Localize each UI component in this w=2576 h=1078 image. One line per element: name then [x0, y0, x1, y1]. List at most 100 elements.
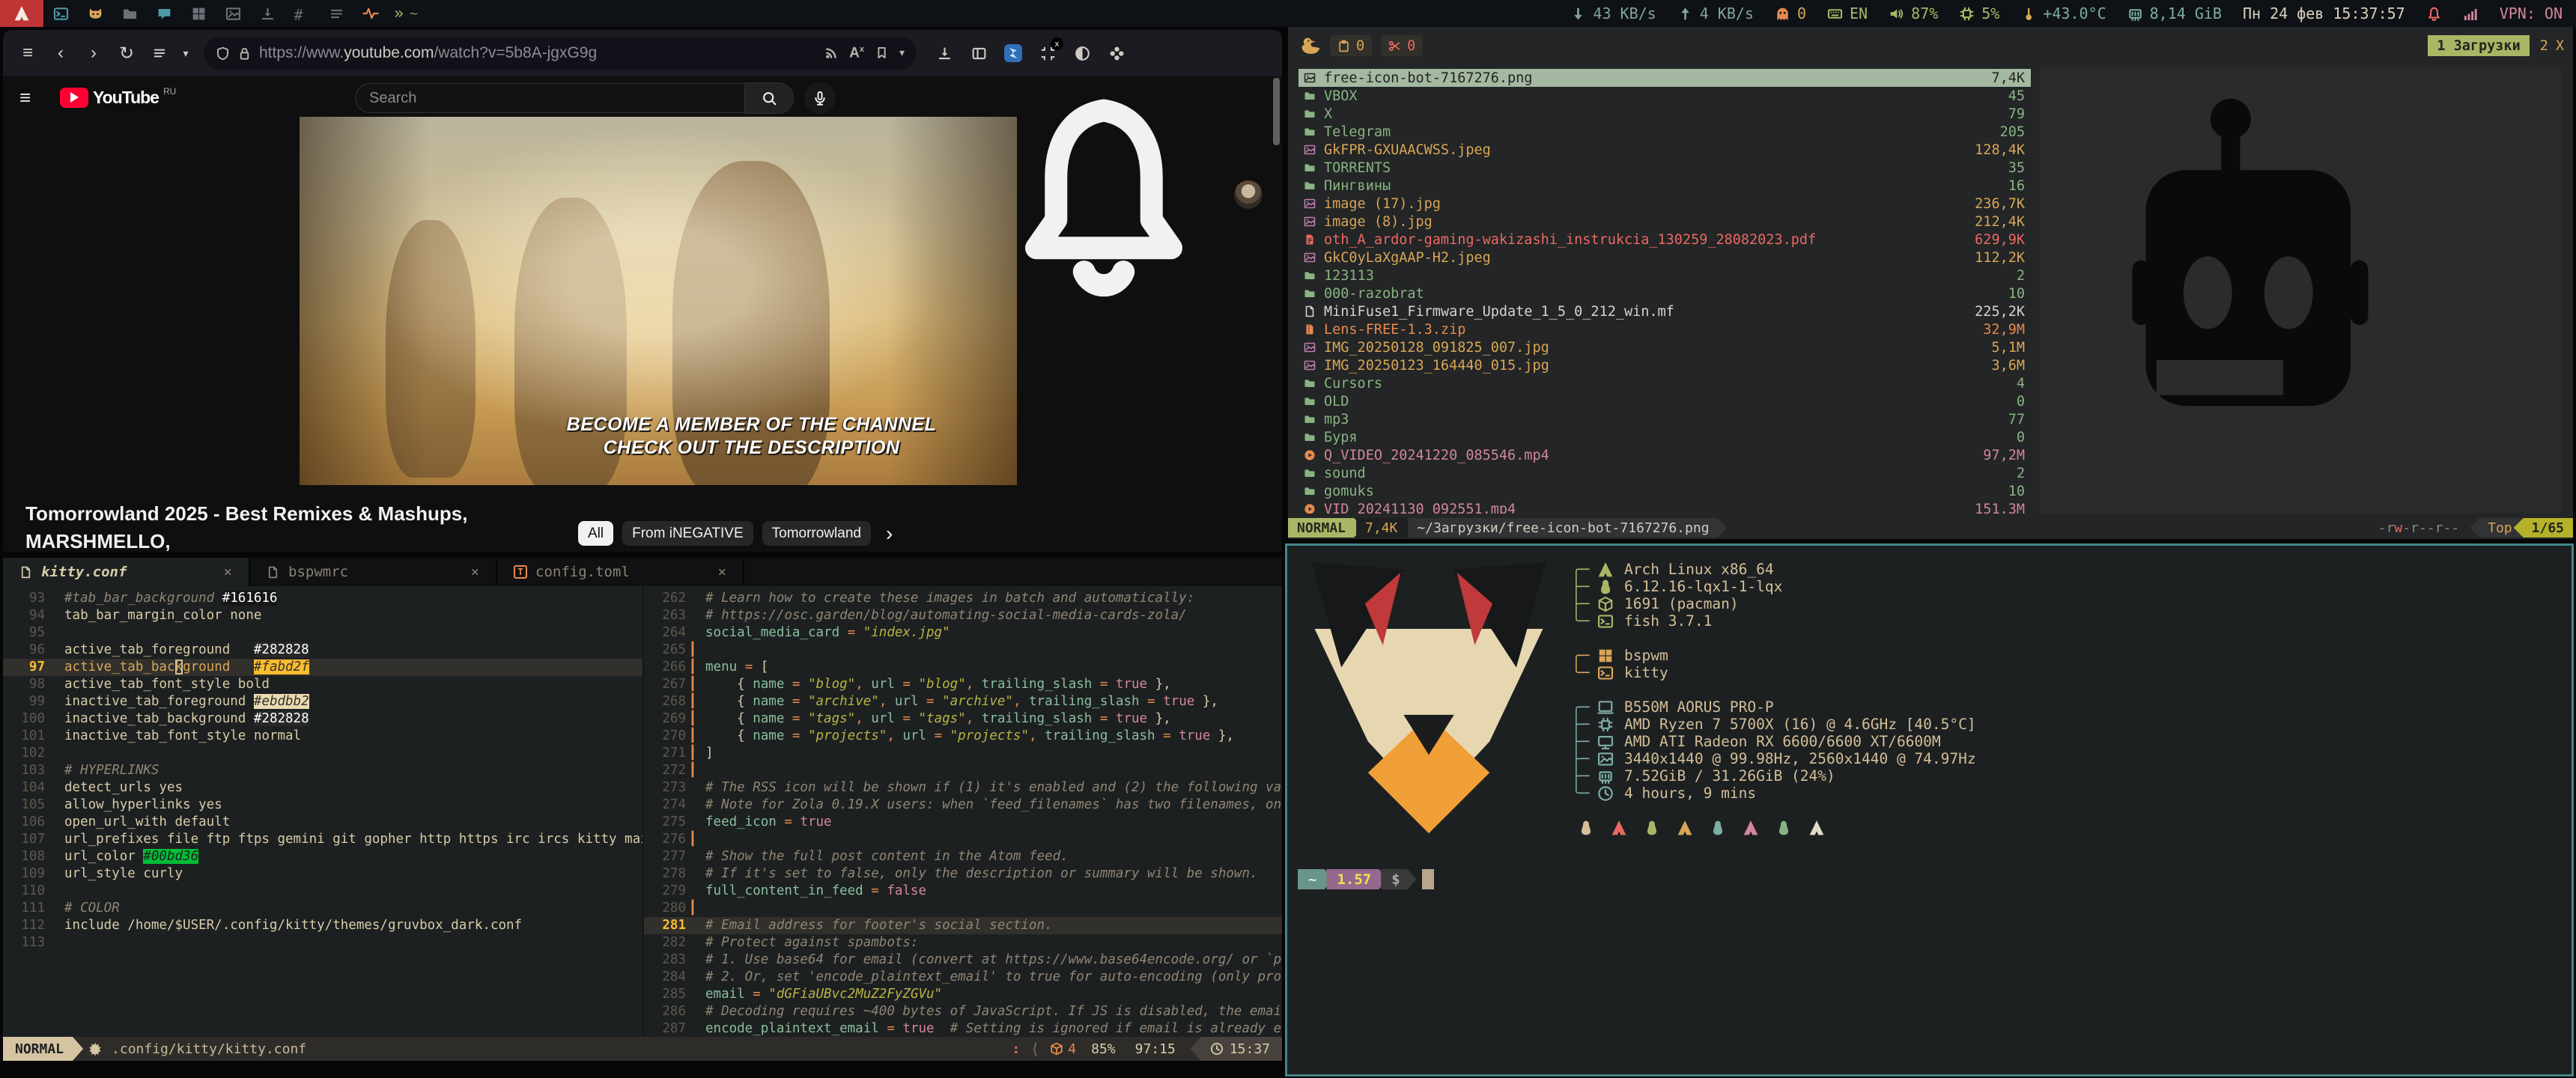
- editor-panes[interactable]: 93#tab_bar_background #16161694tab_bar_m…: [3, 586, 1282, 1037]
- fm-mode: NORMAL: [1288, 518, 1364, 538]
- file-row[interactable]: mp377: [1298, 410, 2031, 428]
- line-number: 98: [3, 676, 45, 693]
- back-button[interactable]: ‹: [46, 39, 75, 67]
- workspace-list[interactable]: [319, 0, 353, 27]
- tab-downloads[interactable]: 1 Загрузки: [2428, 35, 2529, 56]
- file-row[interactable]: Буря0: [1298, 428, 2031, 446]
- youtube-logo[interactable]: YouTube RU: [60, 88, 176, 108]
- module-signal-bars[interactable]: [2463, 6, 2479, 22]
- shell-prompt[interactable]: ~1.57$: [1298, 869, 1434, 889]
- extensions-button[interactable]: [1104, 40, 1129, 66]
- reload-button[interactable]: ↻: [112, 39, 141, 67]
- file-row[interactable]: Пингвины16: [1298, 177, 2031, 195]
- chip-from-inegative[interactable]: From iNEGATIVE: [622, 521, 753, 546]
- line-number: 267: [644, 676, 686, 693]
- terminal-window[interactable]: ╭─Arch Linux x86_64├─6.12.16-lqx1-1-lqx├…: [1285, 543, 2574, 1077]
- file-row[interactable]: VID_20241130_092551.mp4151,3M: [1298, 500, 2031, 514]
- file-row[interactable]: X79: [1298, 105, 2031, 123]
- module-arrow-down[interactable]: 43 KB/s: [1570, 4, 1656, 22]
- file-manager-statusbar: NORMAL 7,4K ~/Загрузки/free-icon-bot-716…: [1288, 517, 2573, 539]
- file-row[interactable]: GkFPR-GXUAACWSS.jpeg128,4K: [1298, 141, 2031, 159]
- file-row[interactable]: IMG_20250123_164440_015.jpg3,6M: [1298, 356, 2031, 374]
- darkmode-extension-button[interactable]: [1069, 40, 1095, 66]
- module-volume[interactable]: 87%: [1889, 4, 1938, 22]
- file-row[interactable]: TORRENTS35: [1298, 159, 2031, 177]
- blue-extension-button[interactable]: [1000, 40, 1026, 66]
- module-ghost[interactable]: 0: [1775, 4, 1806, 22]
- module-keyboard[interactable]: EN: [1827, 4, 1868, 22]
- code-text: include /home/$USER/.config/kitty/themes…: [64, 917, 643, 934]
- notifications-button[interactable]: [991, 82, 1216, 307]
- module-text[interactable]: Пн 24 фев 15:37:57: [2243, 4, 2405, 22]
- sidebar-button[interactable]: [966, 40, 991, 66]
- url-bar[interactable]: https://www.youtube.com/watch?v=5b8A-jgx…: [204, 37, 917, 70]
- chip-tomorrowland[interactable]: Tomorrowland: [762, 521, 871, 546]
- file-row[interactable]: Lens-FREE-1.3.zip32,9M: [1298, 320, 2031, 338]
- file-row[interactable]: gomuks10: [1298, 482, 2031, 500]
- module-memory[interactable]: 8,14 GiB: [2127, 4, 2222, 22]
- workspace-download[interactable]: [250, 0, 285, 27]
- search-button[interactable]: [744, 82, 794, 114]
- module-bell[interactable]: [2426, 6, 2442, 22]
- workspace-windows[interactable]: [181, 0, 216, 27]
- file-row[interactable]: 000-razobrat10: [1298, 284, 2031, 302]
- line-number: 281: [644, 917, 686, 934]
- translate-icon[interactable]: Ax: [849, 45, 864, 61]
- module-arrow-up[interactable]: 4 KB/s: [1677, 4, 1754, 22]
- module-text[interactable]: VPN: ON: [2500, 4, 2563, 22]
- workspace-folder[interactable]: [112, 0, 147, 27]
- change-indicator: [45, 900, 64, 917]
- editor-tab-kitty-conf[interactable]: kitty.conf×: [3, 558, 250, 586]
- tab-close-icon[interactable]: ×: [224, 564, 232, 580]
- toolbar-caret[interactable]: ▾: [178, 39, 193, 67]
- workspace-cat[interactable]: [78, 0, 112, 27]
- chip-all[interactable]: All: [578, 521, 613, 546]
- file-row[interactable]: IMG_20250128_091825_007.jpg5,1M: [1298, 338, 2031, 356]
- editor-pane-config-toml[interactable]: 262# Learn how to create these images in…: [643, 586, 1282, 1037]
- workspace-terminal[interactable]: [43, 0, 78, 27]
- file-row[interactable]: free-icon-bot-7167276.png7,4K: [1298, 69, 2031, 87]
- module-cpu[interactable]: 5%: [1959, 4, 1999, 22]
- change-indicator: [45, 642, 64, 659]
- workspace-hash[interactable]: #: [285, 0, 319, 27]
- workspace-image[interactable]: [216, 0, 250, 27]
- file-row[interactable]: VBOX45: [1298, 87, 2031, 105]
- file-row[interactable]: Q_VIDEO_20241220_085546.mp497,2M: [1298, 446, 2031, 464]
- file-row[interactable]: MiniFuse1_Firmware_Update_1_5_0_212_win.…: [1298, 302, 2031, 320]
- tab-close-icon[interactable]: ×: [718, 564, 726, 580]
- forward-button[interactable]: ›: [79, 39, 108, 67]
- file-row[interactable]: 1231132: [1298, 267, 2031, 284]
- file-row[interactable]: oth_A_ardor-gaming-wakizashi_instrukcia_…: [1298, 231, 2031, 249]
- bookmark-icon[interactable]: [875, 46, 889, 60]
- youtube-menu-button[interactable]: ≡: [19, 86, 49, 109]
- chips-more-chevron[interactable]: ›: [886, 522, 893, 546]
- video-player[interactable]: BECOME A MEMBER OF THE CHANNEL CHECK OUT…: [300, 117, 1017, 485]
- menu-button[interactable]: ≡: [13, 39, 42, 67]
- rss-icon[interactable]: [824, 46, 839, 60]
- reader-list-button[interactable]: [145, 39, 174, 67]
- file-row[interactable]: sound2: [1298, 464, 2031, 482]
- screenshot-extension-button[interactable]: x: [1035, 40, 1060, 66]
- avatar[interactable]: [1234, 180, 1263, 209]
- pulse-icon[interactable]: [353, 0, 388, 27]
- file-row[interactable]: Cursors4: [1298, 374, 2031, 392]
- search-input[interactable]: Search: [355, 83, 744, 113]
- bookmark-caret[interactable]: ▾: [899, 46, 905, 59]
- tab-close-icon[interactable]: ×: [471, 564, 479, 580]
- file-row[interactable]: image (8).jpg212,4K: [1298, 213, 2031, 231]
- module-thermometer[interactable]: +43.0°C: [2020, 4, 2106, 22]
- editor-tab-config-toml[interactable]: Tconfig.toml×: [497, 558, 744, 586]
- mic-button[interactable]: [804, 82, 836, 114]
- editor-tab-bspwmrc[interactable]: bspwmrc×: [250, 558, 497, 586]
- download-button[interactable]: [932, 40, 957, 66]
- file-row[interactable]: OLD0: [1298, 392, 2031, 410]
- file-row[interactable]: image (17).jpg236,7K: [1298, 195, 2031, 213]
- workspace-chat[interactable]: [147, 0, 181, 27]
- tab-x[interactable]: 2X: [2540, 38, 2564, 54]
- file-row[interactable]: Telegram205: [1298, 123, 2031, 141]
- editor-pane-kitty-conf[interactable]: 93#tab_bar_background #16161694tab_bar_m…: [3, 586, 643, 1037]
- page-scrollbar[interactable]: [1273, 78, 1280, 145]
- file-row[interactable]: GkC0yLaXgAAP-H2.jpeg112,2K: [1298, 249, 2031, 267]
- launcher-button[interactable]: [0, 0, 43, 27]
- url-text[interactable]: https://www.youtube.com/watch?v=5b8A-jgx…: [259, 44, 817, 62]
